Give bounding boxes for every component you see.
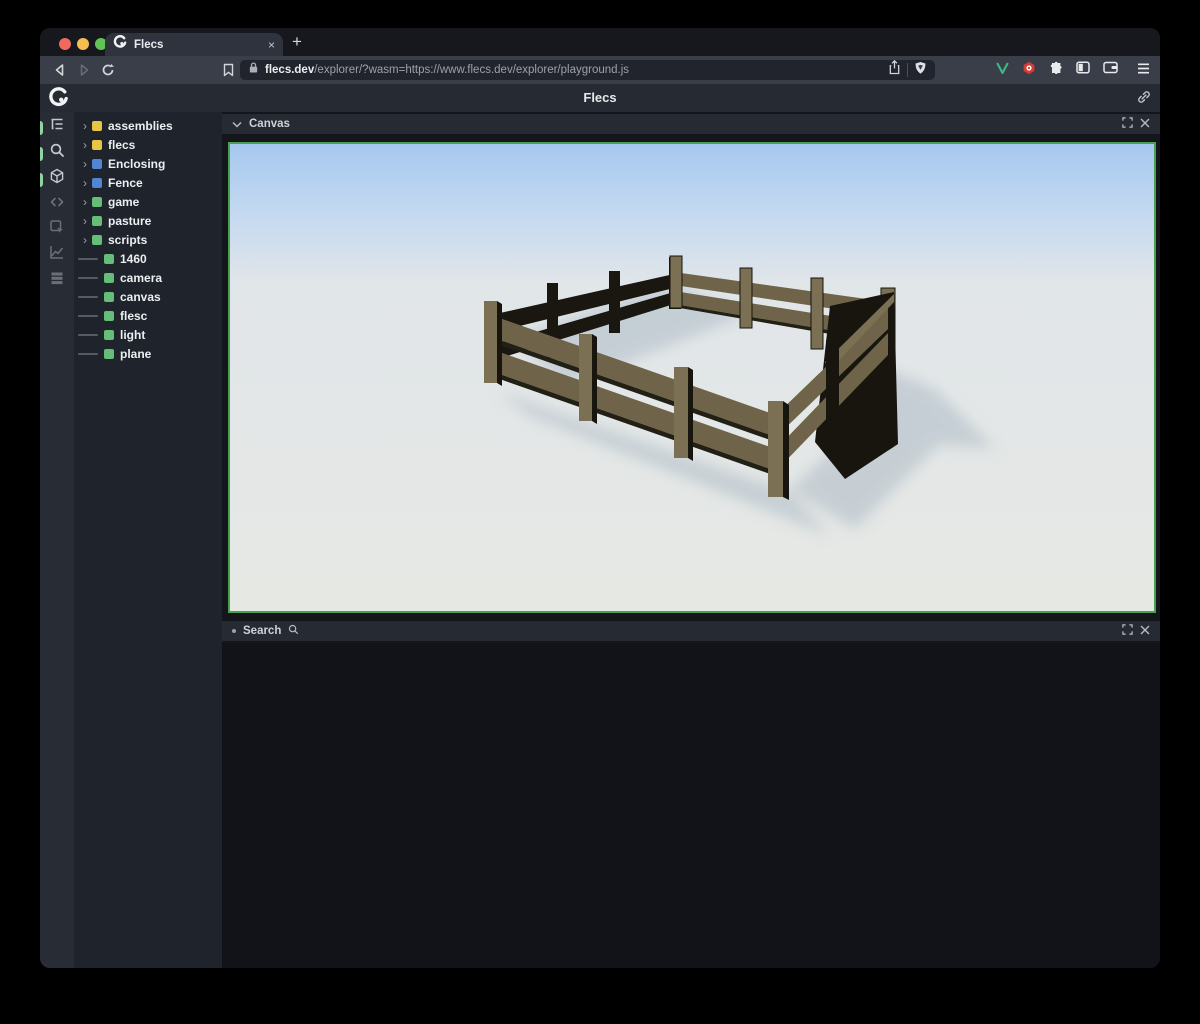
share-link-icon[interactable] (1136, 89, 1152, 110)
sidebar-entities-cube-icon[interactable] (40, 168, 74, 192)
tree-connector (78, 258, 98, 260)
navigation-bar: flecs.dev/explorer/?wasm=https://www.fle… (40, 56, 1160, 84)
tab-title: Flecs (134, 39, 261, 51)
url-divider (907, 63, 908, 77)
search-results-area[interactable] (222, 643, 1160, 968)
search-panel-title: Search (243, 625, 281, 637)
expand-arrow-icon[interactable]: › (79, 235, 91, 245)
menu-icon[interactable] (1137, 61, 1150, 79)
bookmark-icon[interactable] (216, 61, 240, 79)
entity-color-square (104, 292, 114, 302)
tree-item-1460[interactable]: 1460 (74, 249, 222, 268)
active-indicator (40, 147, 43, 161)
active-indicator (40, 173, 43, 187)
entity-color-square (104, 330, 114, 340)
forward-button[interactable] (72, 61, 96, 79)
entity-color-square (92, 197, 102, 207)
browser-tab[interactable]: Flecs × (105, 33, 283, 56)
entity-color-square (92, 121, 102, 131)
tree-item-canvas[interactable]: canvas (74, 287, 222, 306)
entity-color-square (104, 254, 114, 264)
sidebar-queries-list-icon[interactable] (40, 270, 74, 294)
app-header: Flecs (40, 84, 1160, 112)
tree-connector (78, 296, 98, 298)
entity-color-square (92, 216, 102, 226)
wallet-icon[interactable] (1103, 61, 1118, 79)
reload-button[interactable] (96, 61, 120, 79)
tree-connector (78, 353, 98, 355)
tree-item-flesc[interactable]: flesc (74, 306, 222, 325)
tree-item-scripts[interactable]: ›scripts (74, 230, 222, 249)
tree-item-fence[interactable]: ›Fence (74, 173, 222, 192)
entity-color-square (92, 178, 102, 188)
tree-item-pasture[interactable]: ›pasture (74, 211, 222, 230)
expand-arrow-icon[interactable]: › (79, 178, 91, 188)
new-tab-button[interactable]: + (292, 32, 302, 52)
tree-item-plane[interactable]: plane (74, 344, 222, 363)
extensions-row (996, 56, 1150, 84)
flecs-favicon (113, 35, 127, 54)
expand-arrow-icon[interactable]: › (79, 197, 91, 207)
active-indicator (40, 121, 43, 135)
close-panel-icon[interactable] (1140, 115, 1150, 133)
search-panel-header[interactable]: Search (222, 621, 1160, 641)
tree-connector (78, 334, 98, 336)
expand-arrow-icon[interactable]: › (79, 121, 91, 131)
sidebar-code-icon[interactable] (40, 194, 74, 218)
tree-item-light[interactable]: light (74, 325, 222, 344)
entity-color-square (104, 349, 114, 359)
tree-item-game[interactable]: ›game (74, 192, 222, 211)
app-title: Flecs (40, 90, 1160, 105)
extensions-puzzle-icon[interactable] (1049, 61, 1063, 80)
3d-canvas-viewport[interactable] (228, 142, 1156, 613)
entity-color-square (92, 159, 102, 169)
fullscreen-icon[interactable] (1122, 115, 1133, 133)
share-icon[interactable] (888, 60, 901, 80)
entity-color-square (92, 235, 102, 245)
expand-arrow-icon[interactable]: › (79, 140, 91, 150)
brave-shield-icon[interactable] (914, 61, 927, 80)
tree-item-assemblies[interactable]: ›assemblies (74, 116, 222, 135)
chevron-down-icon[interactable] (232, 115, 242, 133)
tab-bar: Flecs × + (40, 28, 1160, 56)
tree-item-flecs[interactable]: ›flecs (74, 135, 222, 154)
sidebar-stats-chart-icon[interactable] (40, 244, 74, 268)
tree-connector (78, 315, 98, 317)
main-area: Canvas (222, 112, 1160, 968)
panel-dot-icon[interactable] (232, 629, 236, 633)
url-text: flecs.dev/explorer/?wasm=https://www.fle… (265, 64, 882, 76)
tab-close-icon[interactable]: × (268, 39, 275, 51)
entity-color-square (92, 140, 102, 150)
sidebar-search-icon[interactable] (40, 142, 74, 166)
canvas-panel-header[interactable]: Canvas (222, 114, 1160, 134)
tree-connector (78, 277, 98, 279)
canvas-panel-title: Canvas (249, 118, 290, 130)
back-button[interactable] (48, 61, 72, 79)
search-magnifier-icon (288, 622, 299, 640)
red-extension-icon[interactable] (1022, 61, 1036, 80)
fullscreen-icon[interactable] (1122, 622, 1133, 640)
sidebar-inspector-icon[interactable] (40, 219, 74, 243)
entity-tree-panel: ›assemblies ›flecs ›Enclosing ›Fence ›ga… (74, 112, 222, 968)
sidebar-toggle-icon[interactable] (1076, 61, 1090, 79)
app-content: ›assemblies ›flecs ›Enclosing ›Fence ›ga… (40, 112, 1160, 968)
url-bar[interactable]: flecs.dev/explorer/?wasm=https://www.fle… (240, 60, 935, 80)
lock-icon (248, 61, 259, 79)
entity-color-square (104, 273, 114, 283)
expand-arrow-icon[interactable]: › (79, 216, 91, 226)
close-window-button[interactable] (59, 38, 71, 50)
sidebar-tree-view-icon[interactable] (40, 116, 74, 140)
expand-arrow-icon[interactable]: › (79, 159, 91, 169)
entity-color-square (104, 311, 114, 321)
tool-sidebar (40, 112, 74, 968)
tree-item-enclosing[interactable]: ›Enclosing (74, 154, 222, 173)
browser-window: Flecs × + flecs.dev/explorer/?wasm=https… (40, 28, 1160, 968)
vue-devtools-icon[interactable] (996, 61, 1009, 79)
close-panel-icon[interactable] (1140, 622, 1150, 640)
minimize-window-button[interactable] (77, 38, 89, 50)
tree-item-camera[interactable]: camera (74, 268, 222, 287)
